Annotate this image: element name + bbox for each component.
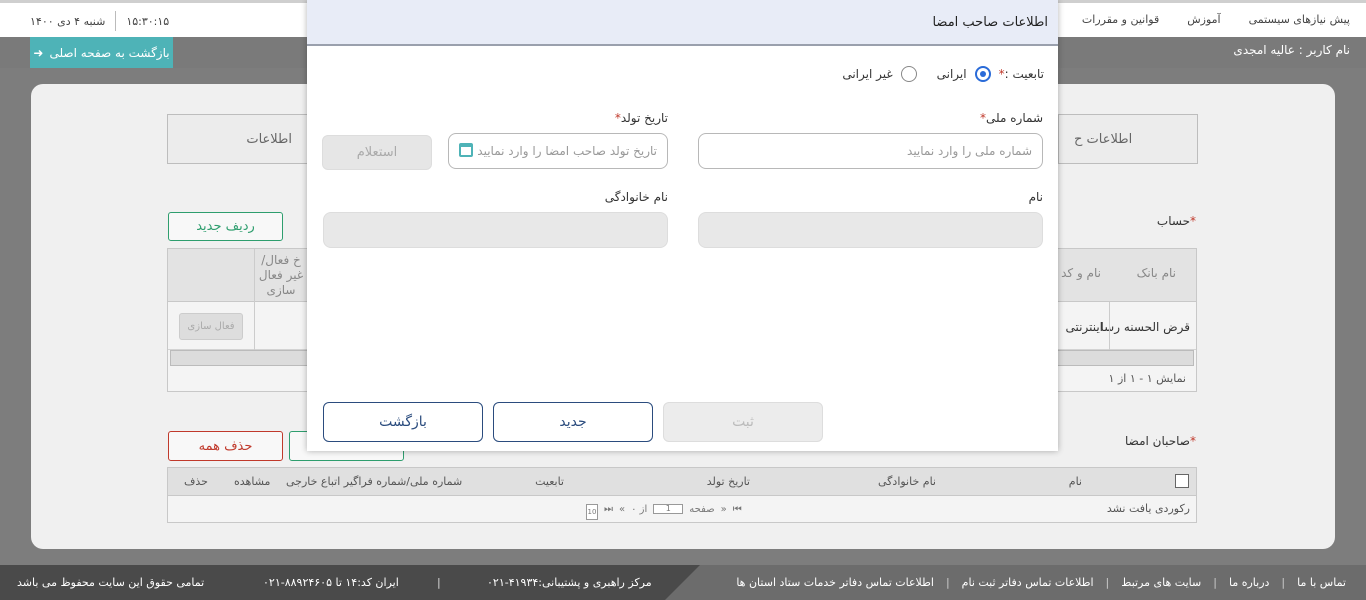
signer-info-modal: اطلاعات صاحب امضا تابعیت :* ایرانی غیر ا… <box>307 0 1058 451</box>
last-name-field <box>323 212 668 248</box>
date-time: ۱۵:۳۰:۱۵ شنبه ۴ دی ۱۴۰۰ <box>30 11 170 31</box>
modal-header: اطلاعات صاحب امضا <box>307 0 1058 46</box>
tab-info-left[interactable]: اطلاعات <box>167 114 308 164</box>
footer-link-related[interactable]: سایت های مرتبط <box>1121 576 1201 589</box>
tab-info-right[interactable]: اطلاعات ح <box>1058 114 1198 164</box>
col-national-id: شماره ملی/شماره فراگیر اتباع خارجی <box>286 475 463 488</box>
divider <box>254 249 255 302</box>
account-label: *حساب <box>1156 214 1196 228</box>
page-label: صفحه <box>689 504 715 515</box>
submit-button[interactable]: ثبت <box>663 402 823 442</box>
top-menu: پیش نیازهای سیستمی آموزش قوانین و مقررات… <box>1051 13 1350 26</box>
username: نام کاربر : عالیه امجدی <box>1233 43 1350 57</box>
empty-message: رکوردی یافت نشد <box>1106 502 1190 515</box>
menu-item-rules[interactable]: قوانین و مقررات <box>1082 13 1159 26</box>
tab-info-left-label: اطلاعات <box>246 131 292 147</box>
divider <box>1109 302 1110 350</box>
menu-item-system-prereqs[interactable]: پیش نیازهای سیستمی <box>1249 13 1350 26</box>
first-name-label: نام <box>1028 190 1043 204</box>
col-activation: خ فعال/غیر فعال سازی <box>258 253 304 297</box>
pager: ⏮ « صفحه 1 از ۰ » ⏭ 10 <box>586 504 742 520</box>
col-birth-date: تاریخ تولد <box>706 475 750 488</box>
birth-date-label: تاریخ تولد* <box>614 111 668 125</box>
signers-grid: نام نام خانوادگی تاریخ تولد تابعیت شماره… <box>167 467 1197 523</box>
copyright: تمامی حقوق این سایت محفوظ می باشد <box>17 576 205 589</box>
footer-link-about[interactable]: درباره ما <box>1229 576 1269 589</box>
back-button[interactable]: بازگشت <box>323 402 483 442</box>
col-nationality: تابعیت <box>535 475 564 488</box>
divider <box>254 302 255 350</box>
next-page-icon[interactable]: » <box>619 504 625 520</box>
footer-links: تماس با ما | درباره ما | سایت های مرتبط … <box>736 576 1346 589</box>
select-all-checkbox[interactable] <box>1175 474 1189 488</box>
nationality-group: تابعیت :* ایرانی غیر ایرانی <box>842 66 1044 82</box>
col-first-name: نام <box>1068 475 1082 488</box>
first-name-field <box>698 212 1043 248</box>
back-home-label: بازگشت به صفحه اصلی <box>49 45 170 60</box>
page-total: از ۰ <box>631 504 648 515</box>
inquiry-button[interactable]: استعلام <box>322 135 432 170</box>
menu-item-training[interactable]: آموزش <box>1187 13 1220 26</box>
radio-iranian-label: ایرانی <box>936 67 967 81</box>
delete-all-button[interactable]: حذف همه <box>168 431 283 461</box>
signers-grid-header: نام نام خانوادگی تاریخ تولد تابعیت شماره… <box>168 468 1196 496</box>
first-page-icon[interactable]: ⏮ <box>733 504 742 520</box>
radio-non-iranian[interactable] <box>900 66 917 82</box>
page-input[interactable]: 1 <box>653 504 684 514</box>
national-id-label: شماره ملی* <box>980 111 1043 125</box>
back-home-button[interactable]: بازگشت به صفحه اصلی ➜ <box>30 37 173 68</box>
radio-non-iranian-label: غیر ایرانی <box>842 67 893 81</box>
calendar-icon[interactable] <box>459 143 473 157</box>
last-page-icon[interactable]: ⏭ <box>604 504 613 520</box>
activate-button[interactable]: فعال سازی <box>179 313 243 340</box>
modal-title: اطلاعات صاحب امضا <box>932 15 1048 30</box>
support-center: مرکز راهبری و پشتیبانی:۴۱۹۳۴-۰۲۱ <box>487 576 652 589</box>
last-name-label: نام خانوادگی <box>604 190 668 204</box>
page-size-select[interactable]: 10 <box>586 504 598 520</box>
prev-page-icon[interactable]: « <box>721 504 727 520</box>
col-delete: حذف <box>184 475 208 488</box>
footer: تماس با ما | درباره ما | سایت های مرتبط … <box>0 565 1366 600</box>
footer-link-province-offices[interactable]: اطلاعات تماس دفاتر خدمات ستاد استان ها <box>736 576 934 589</box>
cell-name-code: اینترنتی <box>1065 320 1104 334</box>
col-name-code: نام و کد <box>1061 266 1101 280</box>
tab-info-right-label: اطلاعات ح <box>1074 131 1133 147</box>
col-last-name: نام خانوادگی <box>878 475 936 488</box>
signers-label: *صاحبان امضا <box>1125 434 1196 448</box>
col-bank-name: نام بانک <box>1136 266 1176 280</box>
current-time: ۱۵:۳۰:۱۵ <box>126 15 170 28</box>
nationality-label: تابعیت :* <box>998 67 1044 81</box>
divider <box>115 11 117 31</box>
birth-date-placeholder: تاریخ تولد صاحب امضا را وارد نمایید <box>477 144 657 158</box>
footer-link-registration-offices[interactable]: اطلاعات تماس دفاتر ثبت نام <box>962 576 1094 589</box>
paging-info: نمایش ۱ - ۱ از ۱ <box>1108 372 1186 385</box>
footer-link-contact[interactable]: تماس با ما <box>1297 576 1346 589</box>
col-view: مشاهده <box>234 475 271 488</box>
cell-bank-name: قرض الحسنه رسا <box>1100 320 1191 334</box>
national-id-input[interactable]: شماره ملی را وارد نمایید <box>698 133 1043 169</box>
current-date: شنبه ۴ دی ۱۴۰۰ <box>30 15 106 28</box>
arrow-left-icon: ➜ <box>33 45 44 60</box>
radio-iranian[interactable] <box>974 66 991 82</box>
new-button[interactable]: جدید <box>493 402 653 442</box>
birth-date-input[interactable]: تاریخ تولد صاحب امضا را وارد نمایید <box>448 133 668 169</box>
iran-code: ایران کد:۱۴ تا ۸۸۹۲۴۶۰۵-۰۲۱ <box>263 576 399 589</box>
new-row-button[interactable]: ردیف جدید <box>168 212 283 241</box>
